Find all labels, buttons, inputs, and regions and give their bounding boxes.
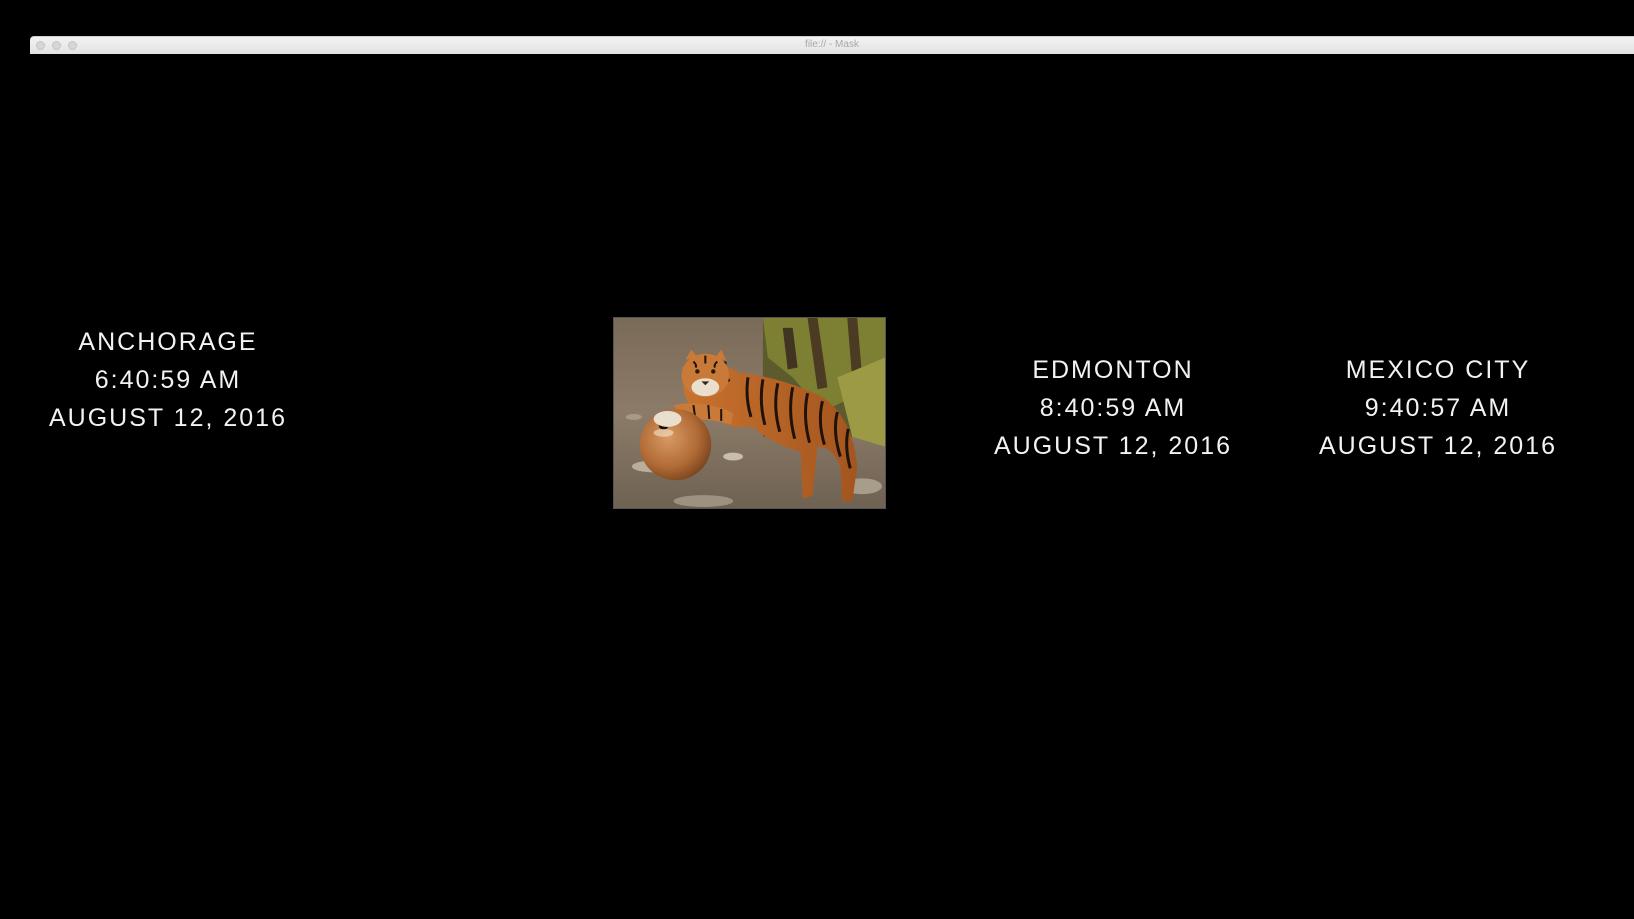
window-titlebar: file:// - Mask bbox=[30, 36, 1634, 54]
clock-date: AUGUST 12, 2016 bbox=[49, 404, 287, 432]
tiger-photo-image bbox=[614, 318, 885, 508]
window-title: file:// - Mask bbox=[805, 39, 859, 50]
clock-date: AUGUST 12, 2016 bbox=[994, 432, 1232, 460]
tiger-photo bbox=[613, 317, 886, 509]
clock-time: 9:40:57 AM bbox=[1364, 394, 1512, 422]
clock-time: 8:40:59 AM bbox=[1039, 394, 1187, 422]
clock-anchorage: ANCHORAGE 6:40:59 AM AUGUST 12, 2016 bbox=[18, 323, 318, 437]
clock-city: ANCHORAGE bbox=[78, 328, 258, 356]
clock-city: MEXICO CITY bbox=[1345, 356, 1531, 384]
clock-mexico-city: MEXICO CITY 9:40:57 AM AUGUST 12, 2016 bbox=[1288, 351, 1588, 465]
clock-edmonton: EDMONTON 8:40:59 AM AUGUST 12, 2016 bbox=[963, 351, 1263, 465]
clock-city: EDMONTON bbox=[1032, 356, 1194, 384]
clock-time: 6:40:59 AM bbox=[94, 366, 242, 394]
clock-date: AUGUST 12, 2016 bbox=[1319, 432, 1557, 460]
